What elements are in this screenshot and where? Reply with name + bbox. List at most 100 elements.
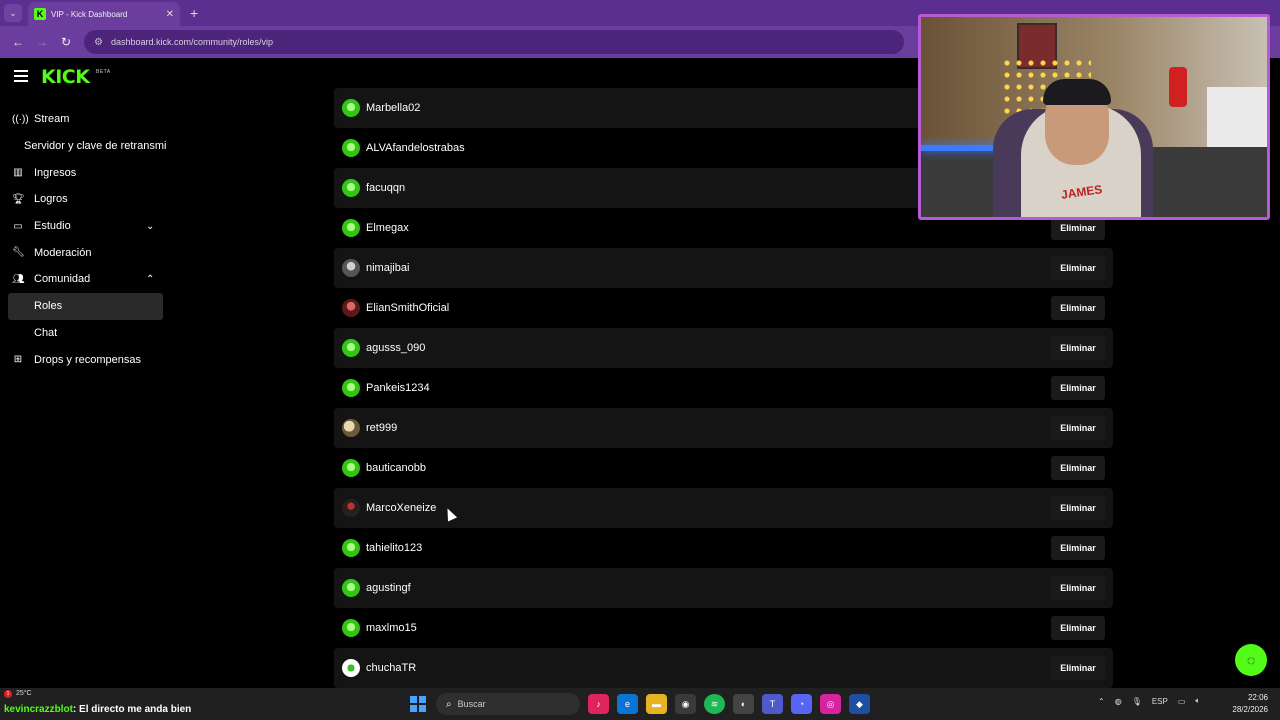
- sidebar-item-roles[interactable]: Roles: [8, 292, 163, 320]
- avatar: [342, 539, 360, 557]
- remove-button[interactable]: Eliminar: [1051, 576, 1105, 600]
- avatar: [342, 219, 360, 237]
- discord-icon[interactable]: ◔: [791, 694, 812, 714]
- taskbar-search-input[interactable]: ⌕ Buscar: [436, 693, 580, 715]
- clock-date: 28/2/2026: [1232, 705, 1268, 714]
- language-indicator[interactable]: ESP: [1152, 697, 1168, 706]
- gift-icon: ⊞: [13, 354, 23, 366]
- edge-icon[interactable]: e: [617, 694, 638, 714]
- avatar: [342, 139, 360, 157]
- forward-arrow-icon[interactable]: →: [30, 35, 54, 49]
- sidebar-item-label: Estudio: [34, 220, 71, 233]
- avatar: [342, 299, 360, 317]
- username[interactable]: agustingf: [366, 582, 411, 594]
- sidebar-item-label: Drops y recompensas: [34, 353, 141, 366]
- kick-logo[interactable]: KICK: [41, 66, 90, 88]
- browser-tab[interactable]: K VIP - Kick Dashboard ✕: [28, 2, 180, 26]
- sidebar-item-label: Chat: [34, 326, 58, 339]
- username[interactable]: ALVAfandelostrabas: [366, 142, 465, 154]
- new-tab-plus-icon[interactable]: +: [190, 5, 198, 21]
- support-chat-icon[interactable]: ◌: [1235, 644, 1267, 676]
- search-icon: ⌕: [446, 698, 452, 710]
- sidebar-item-ingresos[interactable]: ▥ Ingresos: [0, 159, 170, 186]
- username[interactable]: Elmegax: [366, 222, 409, 234]
- sidebar-item-logros[interactable]: 🏆︎ Logros: [0, 186, 170, 213]
- tray-chevron-up-icon[interactable]: ⌃: [1098, 697, 1105, 706]
- username[interactable]: facuqqn: [366, 182, 405, 194]
- hamburger-menu-icon[interactable]: [14, 70, 28, 82]
- username[interactable]: nimajibai: [366, 262, 409, 274]
- sidebar-item-stream-server-key[interactable]: Servidor y clave de retransmi: [0, 133, 170, 160]
- close-tab-icon[interactable]: ✕: [166, 9, 174, 20]
- remove-button[interactable]: Eliminar: [1051, 416, 1105, 440]
- remove-button[interactable]: Eliminar: [1051, 376, 1105, 400]
- chevron-down-icon[interactable]: ⌄: [146, 221, 154, 232]
- chat-overlay-message: kevincrazzblot: El directo me anda bien: [4, 704, 191, 715]
- remove-button[interactable]: Eliminar: [1051, 336, 1105, 360]
- username[interactable]: maxlmo15: [366, 622, 417, 634]
- wrench-icon: 🔧︎: [12, 247, 25, 259]
- username[interactable]: bauticanobb: [366, 462, 426, 474]
- taskbar-apps: ♪ e ▬ ◉ ≋ ◐ T ◔ ◎ ◆: [588, 694, 870, 714]
- url-input[interactable]: ⚙ dashboard.kick.com/community/roles/vip: [84, 30, 904, 54]
- microphone-icon[interactable]: 🎙︎: [1132, 697, 1142, 706]
- system-clock[interactable]: 22:06 28/2/2026: [1226, 692, 1268, 716]
- remove-button[interactable]: Eliminar: [1051, 536, 1105, 560]
- reload-icon[interactable]: ↻: [54, 35, 78, 49]
- system-tray: ⌃ ◍ 🎙︎ ESP ▭ 🔈︎: [1098, 696, 1200, 706]
- remove-button[interactable]: Eliminar: [1051, 656, 1105, 680]
- avatar: [342, 619, 360, 637]
- monitor-icon: ▭: [13, 220, 23, 232]
- chevron-up-icon[interactable]: ⌃: [146, 274, 154, 285]
- sidebar-item-label: Roles: [34, 300, 63, 313]
- sidebar-item-estudio[interactable]: ▭ Estudio ⌄: [0, 213, 170, 240]
- username[interactable]: MarcoXeneize: [366, 502, 436, 514]
- volume-icon[interactable]: 🔈︎: [1195, 696, 1200, 706]
- beta-badge: BETA: [96, 69, 111, 75]
- username[interactable]: chuchaTR: [366, 662, 416, 674]
- sidebar-item-comunidad[interactable]: 👥︎ Comunidad ⌃: [0, 266, 170, 293]
- remove-button[interactable]: Eliminar: [1051, 456, 1105, 480]
- list-item: agusss_090 Eliminar: [334, 328, 1113, 368]
- users-icon: 👥︎: [12, 273, 25, 285]
- list-item: ElianSmithOficial Eliminar: [334, 288, 1113, 328]
- rocket-league-icon[interactable]: ◆: [849, 694, 870, 714]
- tiktok-icon[interactable]: ♪: [588, 694, 609, 714]
- sidebar-item-drops[interactable]: ⊞ Drops y recompensas: [0, 346, 170, 373]
- back-arrow-icon[interactable]: ←: [6, 35, 30, 49]
- webcam-overlay: JAMES: [918, 14, 1270, 220]
- sidebar-item-label: Moderación: [34, 246, 92, 259]
- sidebar-item-stream[interactable]: ((·)) Stream: [0, 106, 170, 133]
- username[interactable]: agusss_090: [366, 342, 425, 354]
- chrome-icon[interactable]: ◉: [675, 694, 696, 714]
- username[interactable]: ret999: [366, 422, 397, 434]
- network-icon[interactable]: ▭: [1178, 697, 1186, 706]
- remove-button[interactable]: Eliminar: [1051, 296, 1105, 320]
- site-info-icon[interactable]: ⚙: [94, 37, 103, 48]
- remove-button[interactable]: Eliminar: [1051, 256, 1105, 280]
- list-item: ret999 Eliminar: [334, 408, 1113, 448]
- list-item: tahielito123 Eliminar: [334, 528, 1113, 568]
- tab-search-button[interactable]: ⌄: [4, 4, 22, 22]
- username[interactable]: tahielito123: [366, 542, 422, 554]
- windows-start-icon[interactable]: [410, 696, 426, 712]
- sidebar-item-moderacion[interactable]: 🔧︎ Moderación: [0, 239, 170, 266]
- file-explorer-icon[interactable]: ▬: [646, 694, 667, 714]
- tray-app-icon[interactable]: ◍: [1115, 697, 1122, 706]
- list-item: chuchaTR Eliminar: [334, 648, 1113, 688]
- sidebar-item-chat[interactable]: Chat: [0, 320, 170, 347]
- instagram-icon[interactable]: ◎: [820, 694, 841, 714]
- sidebar-item-label: Servidor y clave de retransmi: [24, 140, 167, 153]
- obs-icon[interactable]: ◐: [733, 694, 754, 714]
- trophy-icon: 🏆︎: [12, 193, 25, 205]
- username[interactable]: ElianSmithOficial: [366, 302, 449, 314]
- chart-icon: ▥: [13, 167, 23, 179]
- remove-button[interactable]: Eliminar: [1051, 496, 1105, 520]
- weather-widget[interactable]: 1 25°C: [4, 690, 32, 698]
- username[interactable]: Pankeis1234: [366, 382, 430, 394]
- spotify-icon[interactable]: ≋: [704, 694, 725, 714]
- avatar: [342, 179, 360, 197]
- username[interactable]: Marbella02: [366, 102, 420, 114]
- remove-button[interactable]: Eliminar: [1051, 616, 1105, 640]
- teams-icon[interactable]: T: [762, 694, 783, 714]
